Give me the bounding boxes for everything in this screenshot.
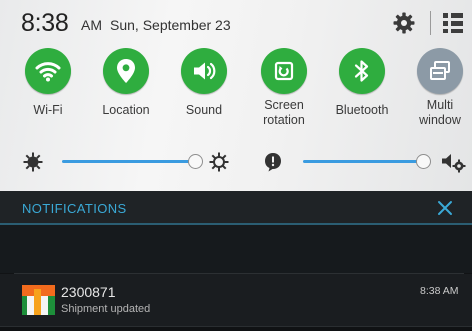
notification-volume-slider[interactable] xyxy=(303,147,433,175)
app-icon xyxy=(22,285,55,315)
clear-notifications-button[interactable] xyxy=(434,198,456,218)
volume-settings-icon xyxy=(442,154,466,173)
clock-time: 8:38 xyxy=(21,9,69,37)
edit-toggles-button[interactable] xyxy=(440,10,466,36)
brightness-low-icon xyxy=(22,151,44,173)
alert-icon xyxy=(262,151,284,173)
toggle-location-button[interactable] xyxy=(103,48,149,94)
notifications-empty-area xyxy=(0,225,472,273)
brightness-auto-button[interactable] xyxy=(208,151,230,173)
toggle-location-label: Location xyxy=(102,103,150,117)
status-divider xyxy=(430,11,431,35)
close-icon xyxy=(438,201,452,215)
multi-window-icon xyxy=(430,61,450,80)
grid-icon xyxy=(443,13,463,33)
screen-rotation-icon xyxy=(274,61,294,81)
brightness-auto-icon xyxy=(209,152,229,172)
brightness-slider[interactable] xyxy=(62,147,204,175)
toggle-multi-window[interactable]: Multi window xyxy=(400,48,472,130)
toggle-wifi-label: Wi-Fi xyxy=(33,103,63,117)
toggle-bluetooth-label: Bluetooth xyxy=(335,103,389,117)
settings-button[interactable] xyxy=(390,9,418,37)
speaker-icon xyxy=(194,62,216,80)
toggle-wifi-button[interactable] xyxy=(25,48,71,94)
toggle-wifi[interactable]: Wi-Fi xyxy=(8,48,88,130)
notification-text: Shipment updated xyxy=(61,303,151,315)
notification-title: 2300871 xyxy=(61,284,116,300)
notification-bottom-divider xyxy=(0,326,472,331)
quick-settings-panel: 8:38 AM Sun, September 23 Wi-Fi Location… xyxy=(0,0,472,191)
volume-settings-button[interactable] xyxy=(440,150,466,174)
status-row: 8:38 AM Sun, September 23 xyxy=(0,0,472,44)
wifi-icon xyxy=(35,62,61,82)
toggle-multi-window-button[interactable] xyxy=(417,48,463,94)
volume-slider-fill xyxy=(303,160,418,163)
toggle-sound[interactable]: Sound xyxy=(164,48,244,130)
notifications-title: NOTIFICATIONS xyxy=(22,201,127,216)
toggle-screen-rotation[interactable]: Screen rotation xyxy=(244,48,324,130)
toggle-multi-window-label: Multi window xyxy=(419,98,461,127)
notification-item[interactable]: 2300871 Shipment updated 8:38 AM xyxy=(0,274,472,326)
bluetooth-icon xyxy=(354,60,369,82)
brightness-slider-thumb[interactable] xyxy=(188,154,203,169)
brightness-slider-fill xyxy=(62,160,190,163)
toggle-bluetooth[interactable]: Bluetooth xyxy=(322,48,402,130)
toggle-bluetooth-button[interactable] xyxy=(339,48,385,94)
notifications-header: NOTIFICATIONS xyxy=(0,191,472,225)
toggle-screen-rotation-button[interactable] xyxy=(261,48,307,94)
clock-date: Sun, September 23 xyxy=(110,17,231,33)
clock-ampm: AM xyxy=(81,17,102,33)
settings-gear-icon xyxy=(393,12,415,34)
toggle-sound-label: Sound xyxy=(185,103,223,117)
location-pin-icon xyxy=(117,59,135,83)
volume-slider-thumb[interactable] xyxy=(416,154,431,169)
notification-time: 8:38 AM xyxy=(420,285,459,297)
toggle-sound-button[interactable] xyxy=(181,48,227,94)
toggle-location[interactable]: Location xyxy=(86,48,166,130)
toggle-screen-rotation-label: Screen rotation xyxy=(263,98,305,127)
